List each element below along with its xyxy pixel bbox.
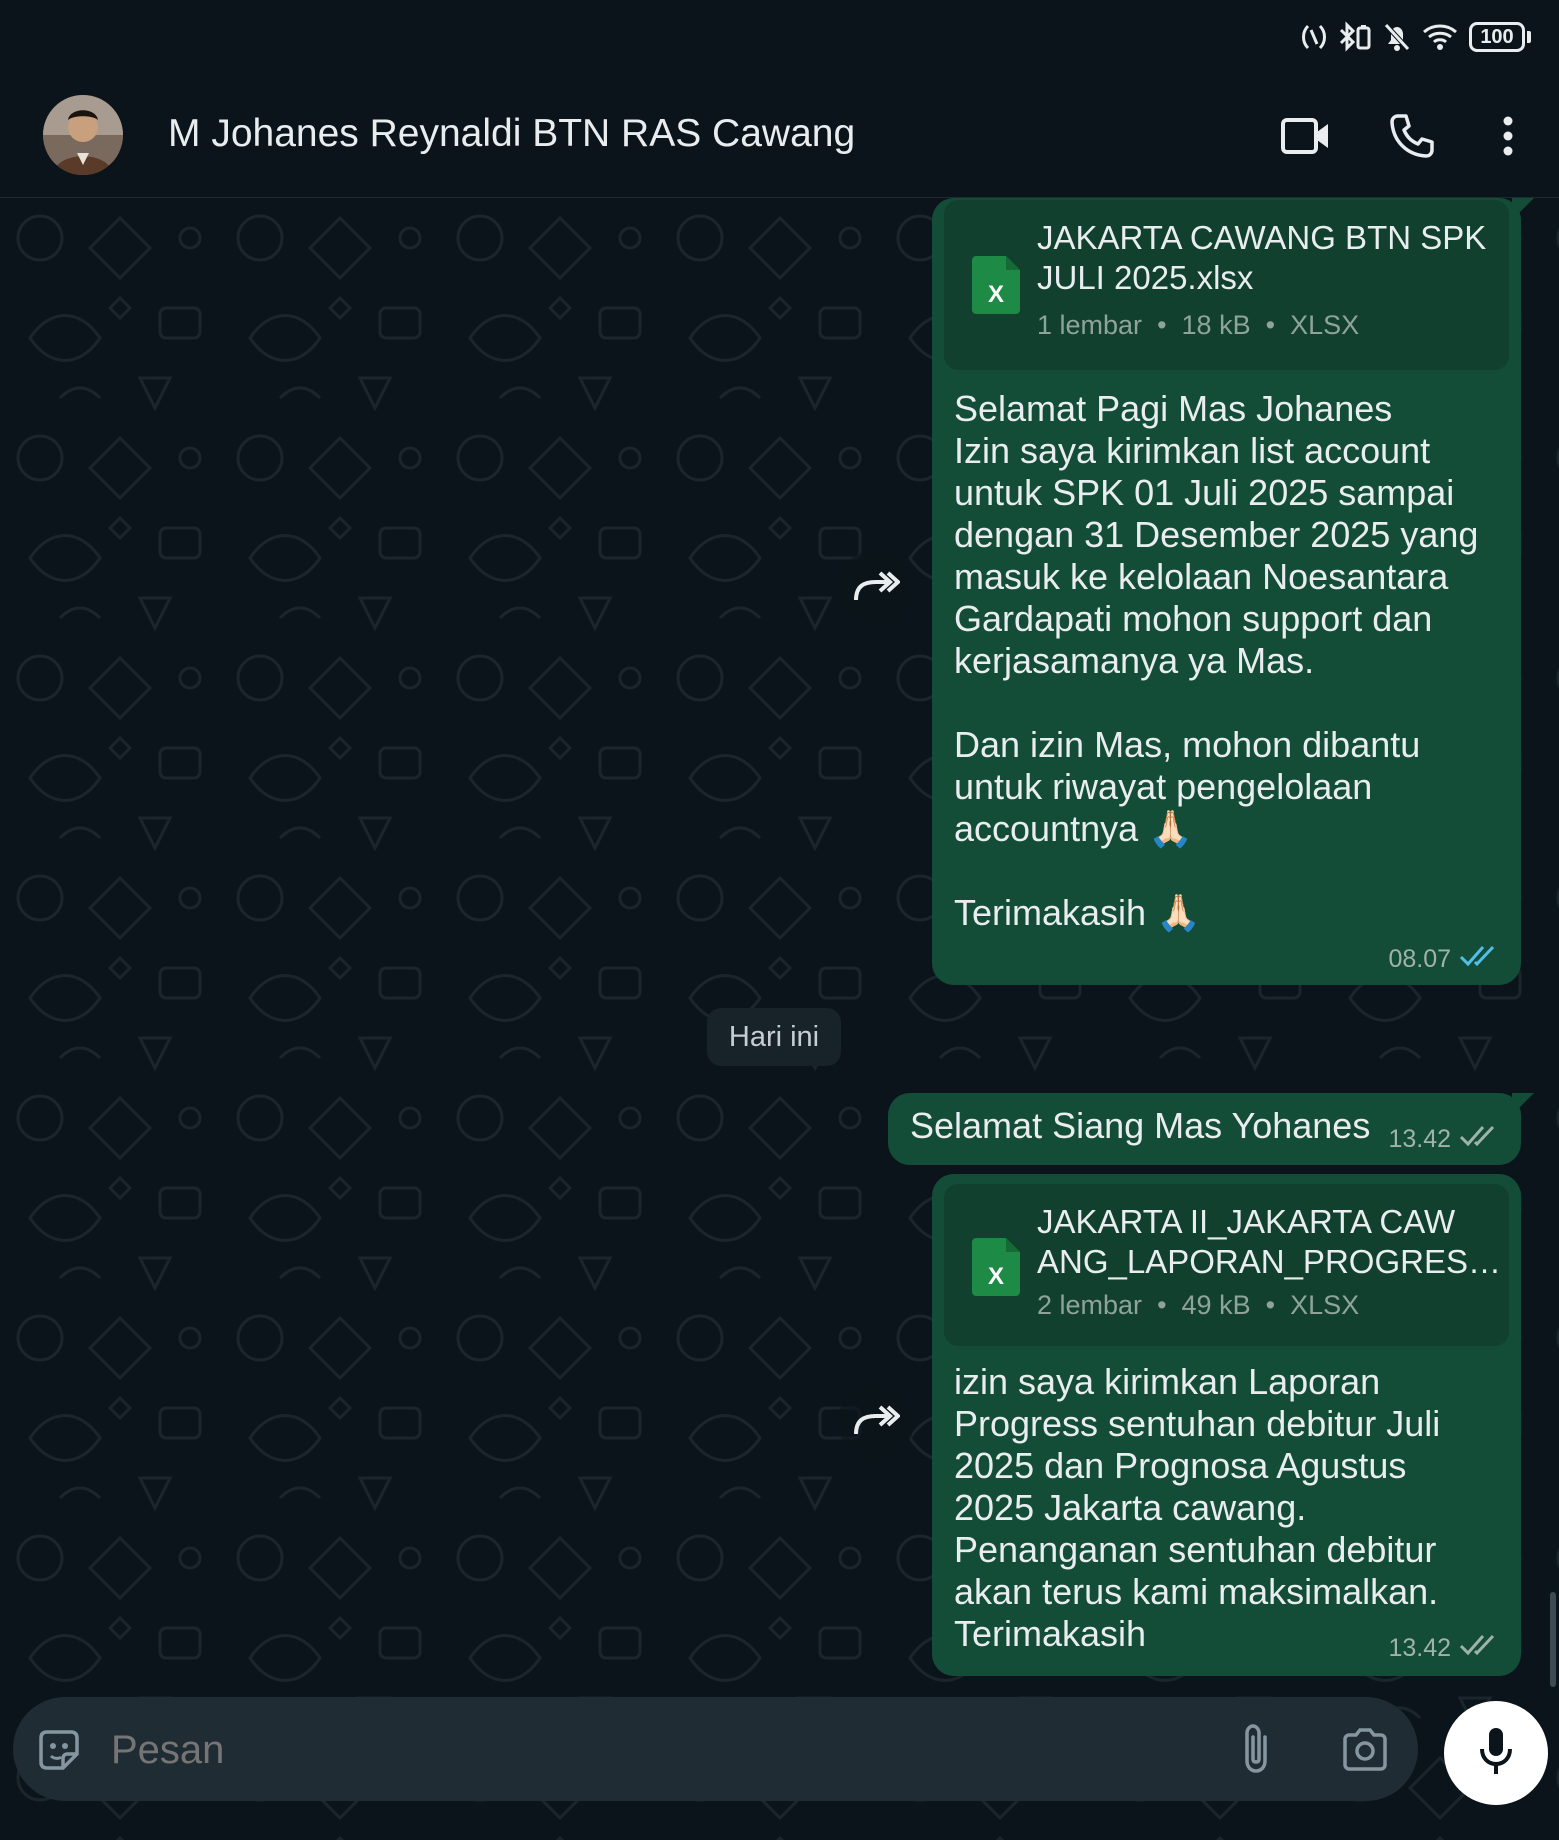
document-pages: 2 lembar — [1037, 1290, 1143, 1320]
microphone-icon — [1478, 1725, 1514, 1782]
excel-file-icon: X — [972, 256, 1020, 314]
document-type: XLSX — [1290, 1290, 1360, 1320]
contact-name[interactable]: M Johanes Reynaldi BTN RAS Cawang — [168, 112, 855, 156]
bubble-tail — [1512, 1093, 1534, 1115]
voice-message-button[interactable] — [1444, 1701, 1548, 1805]
svg-text:X: X — [988, 1263, 1004, 1290]
meta-separator: • — [1157, 310, 1167, 340]
forward-button[interactable] — [838, 1384, 914, 1460]
document-pages: 1 lembar — [1037, 310, 1143, 340]
nfc-icon — [1301, 22, 1327, 52]
scroll-indicator[interactable] — [1550, 1592, 1556, 1687]
outgoing-message-bubble[interactable]: Selamat Siang Mas Yohanes 13.42 — [888, 1093, 1521, 1165]
avatar[interactable] — [43, 95, 123, 175]
read-ticks-icon — [1459, 944, 1499, 975]
meta-separator: • — [1157, 1290, 1167, 1320]
document-size: 18 kB — [1181, 310, 1251, 340]
delivered-ticks-icon — [1459, 1124, 1499, 1155]
bluetooth-icon — [1337, 21, 1373, 53]
mute-icon — [1383, 22, 1411, 52]
date-chip: Hari ini — [707, 1008, 841, 1066]
forward-icon — [852, 1402, 901, 1443]
document-name: JAKARTA II_JAKARTA CAW ANG_LAPORAN_PROGR… — [1037, 1203, 1501, 1280]
outgoing-message-bubble[interactable]: X JAKARTA II_JAKARTA CAW ANG_LAPORAN_PRO… — [932, 1174, 1521, 1676]
video-call-icon — [1281, 117, 1331, 160]
message-text: Selamat Siang Mas Yohanes — [910, 1105, 1371, 1146]
forward-button[interactable] — [838, 550, 914, 626]
document-attachment[interactable]: X JAKARTA II_JAKARTA CAW ANG_LAPORAN_PRO… — [944, 1184, 1509, 1346]
attach-icon[interactable] — [1239, 1723, 1273, 1780]
outgoing-message-bubble[interactable]: X JAKARTA CAWANG BTN SPK JULI 2025.xlsx … — [932, 198, 1521, 985]
svg-text:X: X — [988, 281, 1004, 308]
voice-call-button[interactable] — [1382, 108, 1442, 168]
message-input-bar — [13, 1697, 1418, 1801]
camera-icon[interactable] — [1341, 1727, 1389, 1776]
document-name: JAKARTA CAWANG BTN SPK JULI 2025.xlsx — [1037, 219, 1487, 296]
message-time: 13.42 — [1388, 1634, 1451, 1662]
document-type: XLSX — [1290, 310, 1360, 340]
message-meta: 13.42 — [1388, 1633, 1499, 1664]
document-size: 49 kB — [1181, 1290, 1251, 1320]
battery-icon: 100 — [1469, 22, 1531, 52]
message-time: 13.42 — [1388, 1125, 1451, 1153]
more-options-button[interactable] — [1478, 108, 1538, 168]
chat-area[interactable]: X JAKARTA CAWANG BTN SPK JULI 2025.xlsx … — [0, 198, 1559, 1840]
status-bar: 100 — [0, 0, 1559, 72]
video-call-button[interactable] — [1276, 108, 1336, 168]
battery-level: 100 — [1469, 22, 1525, 52]
message-time: 08.07 — [1388, 945, 1451, 973]
document-meta: 1 lembar • 18 kB • XLSX — [1037, 310, 1359, 341]
message-input[interactable] — [109, 1717, 1213, 1783]
excel-file-icon: X — [972, 1238, 1020, 1296]
more-icon — [1502, 116, 1514, 161]
voice-call-icon — [1389, 113, 1435, 164]
bubble-tail — [1512, 198, 1534, 220]
meta-separator: • — [1265, 310, 1276, 340]
message-text: izin saya kirimkan Laporan Progress sent… — [954, 1361, 1441, 1654]
wifi-icon — [1421, 22, 1459, 52]
sticker-icon[interactable] — [35, 1726, 83, 1779]
forward-icon — [852, 568, 901, 609]
message-text: Selamat Pagi Mas Johanes Izin saya kirim… — [954, 388, 1479, 933]
chat-header: M Johanes Reynaldi BTN RAS Cawang — [0, 72, 1559, 198]
delivered-ticks-icon — [1459, 1633, 1499, 1664]
document-attachment[interactable]: X JAKARTA CAWANG BTN SPK JULI 2025.xlsx … — [944, 200, 1509, 370]
document-meta: 2 lembar • 49 kB • XLSX — [1037, 1290, 1359, 1321]
meta-separator: • — [1265, 1290, 1276, 1320]
message-meta: 13.42 — [1388, 1124, 1499, 1155]
message-meta: 08.07 — [1388, 944, 1499, 975]
